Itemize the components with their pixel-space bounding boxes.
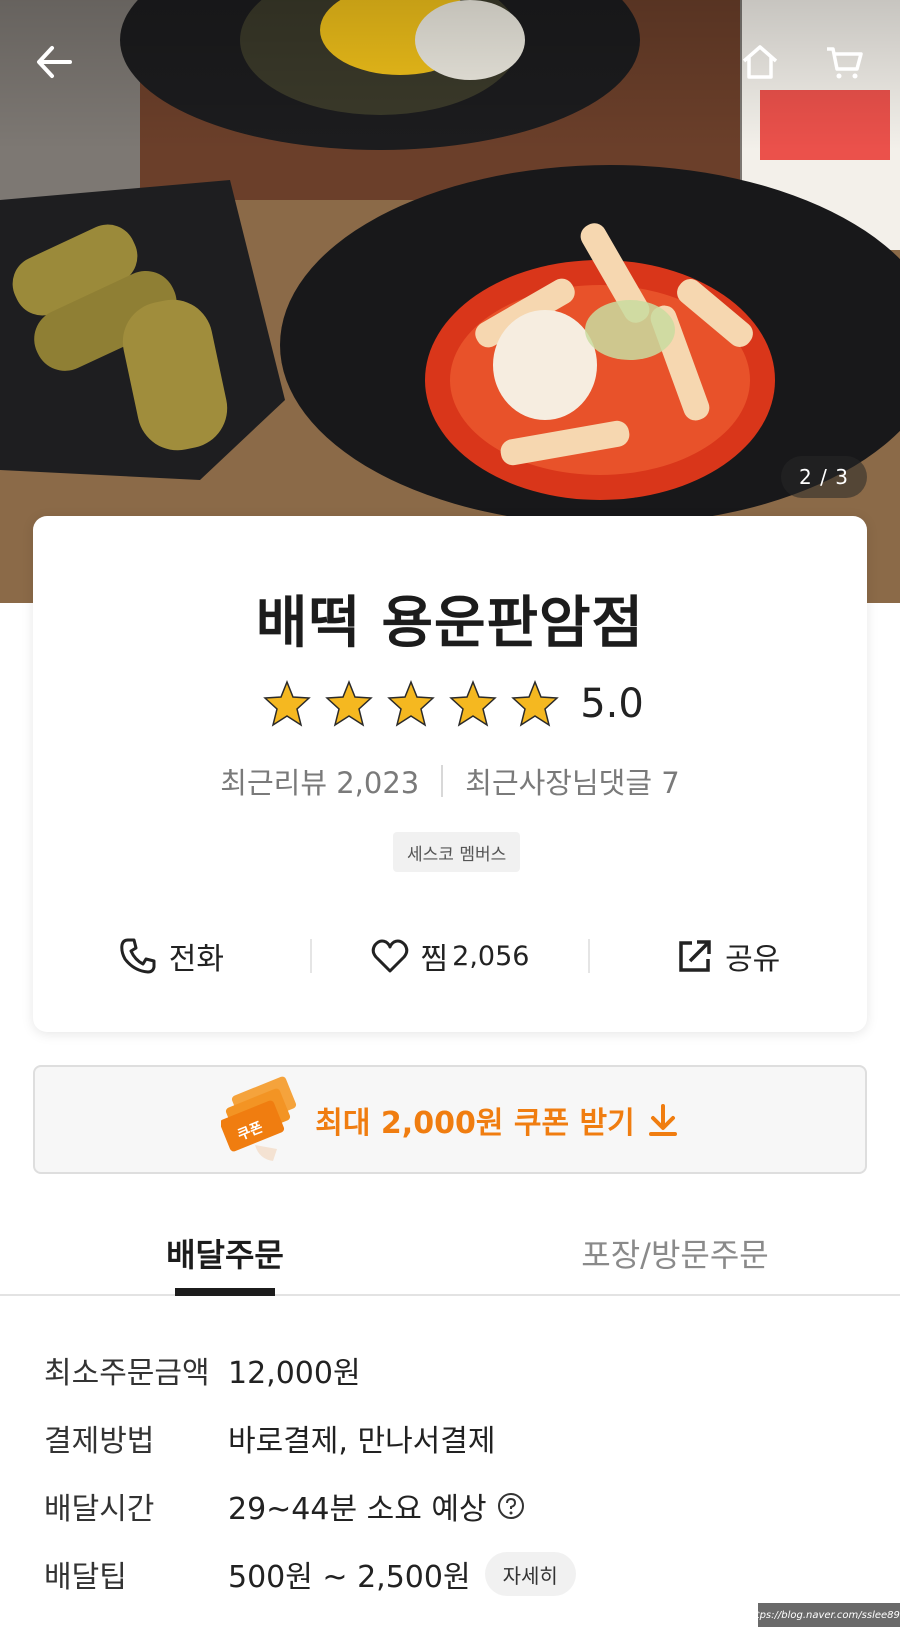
min-order-label: 최소주문금액 bbox=[44, 1356, 210, 1391]
download-arrow-icon bbox=[648, 1103, 677, 1136]
heart-icon bbox=[371, 939, 408, 973]
home-button[interactable] bbox=[728, 30, 792, 94]
star-icon bbox=[263, 679, 311, 727]
tab-delivery-order[interactable]: 배달주문 bbox=[0, 1208, 450, 1294]
delivery-tip-value: 500원 ~ 2,500원 bbox=[228, 1560, 471, 1595]
coupon-banner[interactable]: 쿠폰 최대 2,000원 쿠폰 받기 bbox=[33, 1065, 867, 1174]
action-bar: 전화 찜 2,056 공유 bbox=[33, 920, 867, 992]
delivery-time-value-wrap: 29~44분 소요 예상 bbox=[228, 1484, 525, 1528]
payment-label: 결제방법 bbox=[44, 1424, 155, 1459]
delivery-tip-value-wrap: 500원 ~ 2,500원 자세히 bbox=[228, 1552, 576, 1596]
owner-comments-link[interactable]: 최근사장님댓글 7 bbox=[465, 760, 679, 802]
blog-watermark: https://blog.naver.com/sslee8991 bbox=[745, 1603, 900, 1627]
cart-icon bbox=[827, 47, 863, 79]
call-button[interactable]: 전화 bbox=[33, 934, 310, 978]
divider bbox=[441, 765, 444, 797]
image-counter: 2 / 3 bbox=[781, 456, 867, 498]
help-icon[interactable] bbox=[497, 1492, 525, 1520]
coupon-label: 최대 2,000원 쿠폰 받기 bbox=[315, 1105, 635, 1141]
store-card: 배떡 용운판암점 5.0 최근리뷰 2,023 최근사장님댓글 7 세스코 멤버… bbox=[33, 516, 867, 1032]
review-row: 최근리뷰 2,023 최근사장님댓글 7 bbox=[33, 760, 867, 802]
member-badge: 세스코 멤버스 bbox=[393, 832, 521, 872]
recent-reviews-link[interactable]: 최근리뷰 2,023 bbox=[220, 760, 419, 802]
tip-detail-button[interactable]: 자세히 bbox=[484, 1552, 576, 1596]
delivery-tip-label: 배달팁 bbox=[44, 1560, 127, 1595]
delivery-time-value: 29~44분 소요 예상 bbox=[228, 1492, 487, 1527]
delivery-info: 최소주문금액 12,000원 결제방법 바로결제, 만나서결제 배달시간 29~… bbox=[44, 1336, 864, 1608]
rating-value: 5.0 bbox=[580, 681, 644, 727]
info-row-delivery-tip: 배달팁 500원 ~ 2,500원 자세히 bbox=[44, 1540, 864, 1608]
star-icon bbox=[387, 679, 435, 727]
cart-button[interactable] bbox=[812, 30, 876, 94]
info-row-min-order: 최소주문금액 12,000원 bbox=[44, 1336, 864, 1404]
back-arrow-icon bbox=[37, 46, 72, 78]
phone-icon bbox=[120, 938, 156, 974]
star-icon bbox=[449, 679, 497, 727]
share-icon bbox=[679, 940, 711, 972]
store-name: 배떡 용운판암점 bbox=[255, 591, 645, 656]
home-icon bbox=[742, 45, 778, 79]
info-row-delivery-time: 배달시간 29~44분 소요 예상 bbox=[44, 1472, 864, 1540]
like-count: 2,056 bbox=[452, 940, 530, 972]
share-button[interactable]: 공유 bbox=[590, 934, 867, 978]
call-label: 전화 bbox=[168, 942, 224, 977]
star-icon bbox=[511, 679, 559, 727]
delivery-time-label: 배달시간 bbox=[44, 1492, 155, 1527]
rating-row: 5.0 bbox=[33, 676, 867, 732]
share-label: 공유 bbox=[725, 942, 781, 977]
info-row-payment: 결제방법 바로결제, 만나서결제 bbox=[44, 1404, 864, 1472]
hero-image[interactable]: 2 / 3 bbox=[0, 0, 900, 603]
coupon-icon: 쿠폰 bbox=[221, 1076, 297, 1161]
payment-value: 바로결제, 만나서결제 bbox=[228, 1424, 496, 1459]
like-label: 찜 bbox=[420, 942, 449, 977]
order-type-tabs: 배달주문 포장/방문주문 bbox=[0, 1208, 900, 1296]
tab-pickup-order[interactable]: 포장/방문주문 bbox=[450, 1208, 900, 1294]
star-icon bbox=[325, 679, 373, 727]
back-button[interactable] bbox=[22, 30, 86, 94]
like-button[interactable]: 찜 2,056 bbox=[312, 934, 589, 978]
min-order-value: 12,000원 bbox=[228, 1356, 361, 1391]
